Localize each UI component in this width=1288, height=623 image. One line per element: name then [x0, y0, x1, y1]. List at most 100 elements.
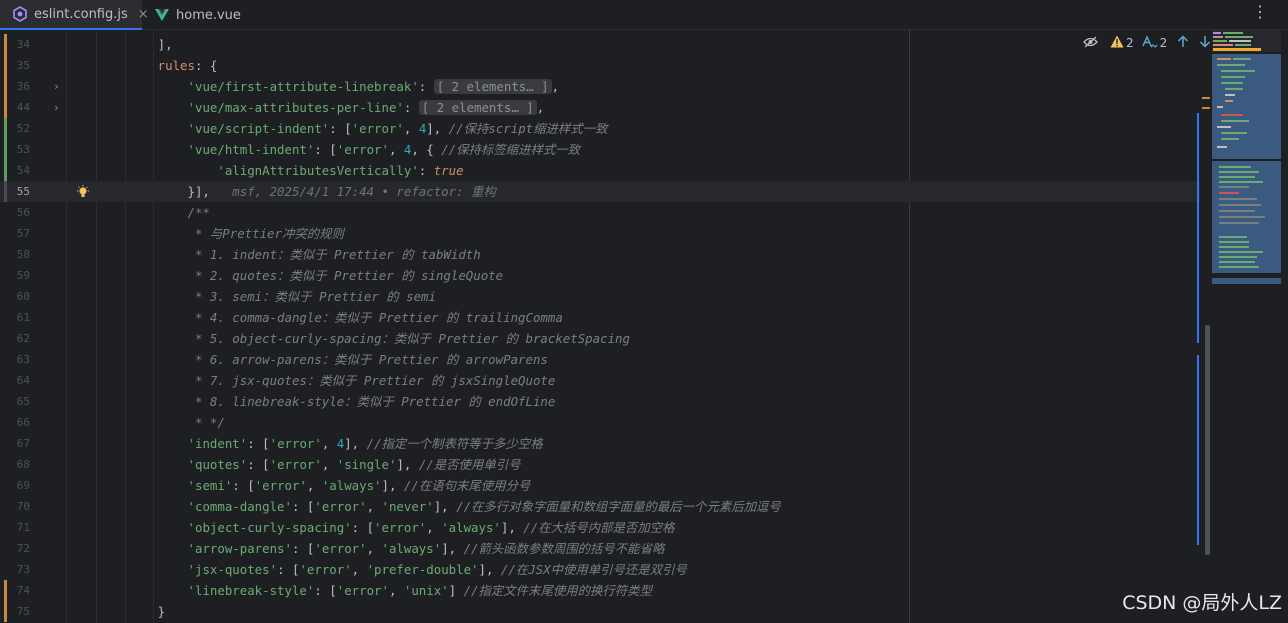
code-line[interactable]: 55 }], msf, 2025/4/1 17:44 • refactor: 重…	[0, 181, 1200, 202]
tab-eslint-config[interactable]: eslint.config.js ×	[0, 0, 149, 30]
code-content[interactable]: 'quotes': ['error', 'single'], //是否使用单引号	[98, 454, 521, 475]
hide-preview-icon[interactable]	[1083, 36, 1098, 51]
code-line[interactable]: 57 * 与Prettier冲突的规则	[0, 223, 1200, 244]
code-content[interactable]: }	[98, 601, 165, 622]
code-content[interactable]: * 与Prettier冲突的规则	[98, 223, 344, 244]
folded-region[interactable]: [ 2 elements… ]	[433, 79, 552, 94]
tab-home-vue[interactable]: home.vue	[142, 0, 262, 30]
code-line[interactable]: 53 'vue/html-indent': ['error', 4, { //保…	[0, 139, 1200, 160]
next-highlight-icon[interactable]	[1199, 35, 1211, 51]
string-token: 'vue/script-indent'	[187, 121, 330, 136]
code-line[interactable]: 75 }	[0, 601, 1200, 622]
code-line[interactable]: 74 'linebreak-style': ['error', 'unix'] …	[0, 580, 1200, 601]
more-tabs-menu-icon[interactable]: ⋮	[1252, 2, 1268, 21]
previous-highlight-icon[interactable]	[1177, 35, 1189, 51]
code-content[interactable]: 'alignAttributesVertically': true	[98, 160, 463, 181]
code-content[interactable]: 'linebreak-style': ['error', 'unix'] //指…	[98, 580, 652, 601]
code-text: : [	[291, 541, 315, 556]
code-line[interactable]: 54 'alignAttributesVertically': true	[0, 160, 1200, 181]
string-token: 'comma-dangle'	[187, 499, 292, 514]
lightbulb-icon[interactable]	[76, 184, 90, 198]
vcs-change-marker[interactable]	[4, 160, 7, 181]
code-line[interactable]: 60 * 3. semi：类似于 Prettier 的 semi	[0, 286, 1200, 307]
code-content[interactable]: }], msf, 2025/4/1 17:44 • refactor: 重构	[98, 181, 496, 202]
fold-chevron-icon[interactable]: ›	[53, 76, 60, 97]
code-line[interactable]: 69 'semi': ['error', 'always'], //在语句末尾使…	[0, 475, 1200, 496]
code-content[interactable]: * 1. indent：类似于 Prettier 的 tabWidth	[98, 244, 481, 265]
inspection-widget[interactable]: 2 2	[1083, 34, 1211, 52]
vcs-change-marker[interactable]	[4, 34, 7, 55]
code-line[interactable]: 59 * 2. quotes：类似于 Prettier 的 singleQuot…	[0, 265, 1200, 286]
code-content[interactable]: 'comma-dangle': ['error', 'never'], //在多…	[98, 496, 781, 517]
vcs-change-marker[interactable]	[4, 55, 7, 76]
code-content[interactable]: * 5. object-curly-spacing：类似于 Prettier 的…	[98, 328, 630, 349]
code-content[interactable]: 'indent': ['error', 4], //指定一个制表符等于多少空格	[98, 433, 543, 454]
code-line[interactable]: 34 ],	[0, 34, 1200, 55]
code-line[interactable]: 35 rules: {	[0, 55, 1200, 76]
code-content[interactable]: * 7. jsx-quotes：类似于 Prettier 的 jsxSingle…	[98, 370, 555, 391]
code-content[interactable]: 'vue/max-attributes-per-line': [ 2 eleme…	[98, 97, 544, 118]
code-content[interactable]: rules: {	[98, 55, 218, 76]
code-content[interactable]: * 4. comma-dangle：类似于 Prettier 的 trailin…	[98, 307, 563, 328]
code-line[interactable]: 71 'object-curly-spacing': ['error', 'al…	[0, 517, 1200, 538]
vcs-change-marker[interactable]	[4, 601, 7, 622]
code-text: : [	[314, 142, 337, 157]
code-content[interactable]: 'semi': ['error', 'always'], //在语句末尾使用分号	[98, 475, 531, 496]
vcs-change-marker[interactable]	[4, 181, 7, 202]
code-content[interactable]: 'arrow-parens': ['error', 'always'], //箭…	[98, 538, 665, 559]
line-number: 54	[16, 164, 30, 177]
code-content[interactable]: 'jsx-quotes': ['error', 'prefer-double']…	[98, 559, 687, 580]
typo-count: 2	[1159, 36, 1168, 50]
code-content[interactable]: 'object-curly-spacing': ['error', 'alway…	[98, 517, 675, 538]
fold-chevron-icon[interactable]: ›	[53, 97, 60, 118]
code-line[interactable]: 70 'comma-dangle': ['error', 'never'], /…	[0, 496, 1200, 517]
code-line[interactable]: 67 'indent': ['error', 4], //指定一个制表符等于多少…	[0, 433, 1200, 454]
comment-token: * 7. jsx-quotes：类似于 Prettier 的 jsxSingle…	[98, 373, 556, 388]
code-line[interactable]: 36 › 'vue/first-attribute-linebreak': [ 2…	[0, 76, 1200, 97]
vcs-change-marker[interactable]	[4, 76, 7, 97]
warning-icon[interactable]	[1110, 35, 1124, 51]
code-line[interactable]: 56 /**	[0, 202, 1200, 223]
code-editor[interactable]: 34 ], 35 rules: {36 › 'vue/first-attribute…	[0, 34, 1200, 622]
code-text: ],	[426, 121, 449, 136]
code-content[interactable]: ],	[98, 34, 173, 55]
comment-token: * 6. arrow-parens：类似于 Prettier 的 arrowPa…	[98, 352, 548, 367]
code-content[interactable]: 'vue/script-indent': ['error', 4], //保持s…	[98, 118, 608, 139]
code-content[interactable]: * 2. quotes：类似于 Prettier 的 singleQuote	[98, 265, 503, 286]
code-line[interactable]: 73 'jsx-quotes': ['error', 'prefer-doubl…	[0, 559, 1200, 580]
vcs-change-marker[interactable]	[4, 118, 7, 139]
code-content[interactable]: /**	[98, 202, 210, 223]
code-line[interactable]: 62 * 5. object-curly-spacing：类似于 Prettie…	[0, 328, 1200, 349]
vertical-scrollbar[interactable]	[1205, 325, 1210, 555]
vcs-change-marker[interactable]	[4, 97, 7, 118]
string-token: 'error'	[254, 478, 307, 493]
watermark: CSDN @局外人LZ	[1122, 592, 1282, 614]
vcs-change-marker[interactable]	[4, 139, 7, 160]
vue-file-icon	[154, 7, 170, 23]
code-content[interactable]: * 6. arrow-parens：类似于 Prettier 的 arrowPa…	[98, 349, 548, 370]
typo-icon[interactable]	[1142, 34, 1158, 52]
line-number: 44	[16, 101, 30, 114]
code-content[interactable]: 'vue/first-attribute-linebreak': [ 2 ele…	[98, 76, 559, 97]
code-line[interactable]: 61 * 4. comma-dangle：类似于 Prettier 的 trai…	[0, 307, 1200, 328]
code-content[interactable]: 'vue/html-indent': ['error', 4, { //保持标签…	[98, 139, 581, 160]
code-line[interactable]: 52 'vue/script-indent': ['error', 4], //…	[0, 118, 1200, 139]
minimap[interactable]	[1211, 30, 1281, 290]
code-text: ,	[306, 478, 322, 493]
code-content[interactable]: * */	[98, 412, 225, 433]
vcs-change-marker[interactable]	[4, 580, 7, 601]
code-line[interactable]: 68 'quotes': ['error', 'single'], //是否使用…	[0, 454, 1200, 475]
code-line[interactable]: 65 * 8. linebreak-style：类似于 Prettier 的 e…	[0, 391, 1200, 412]
code-text: :	[418, 79, 434, 94]
folded-region[interactable]: [ 2 elements… ]	[418, 100, 537, 115]
code-text: ,	[366, 499, 382, 514]
code-line[interactable]: 72 'arrow-parens': ['error', 'always'], …	[0, 538, 1200, 559]
code-content[interactable]: * 3. semi：类似于 Prettier 的 semi	[98, 286, 436, 307]
code-line[interactable]: 44 › 'vue/max-attributes-per-line': [ 2 e…	[0, 97, 1200, 118]
code-line[interactable]: 66 * */	[0, 412, 1200, 433]
code-line[interactable]: 58 * 1. indent：类似于 Prettier 的 tabWidth	[0, 244, 1200, 265]
code-line[interactable]: 64 * 7. jsx-quotes：类似于 Prettier 的 jsxSin…	[0, 370, 1200, 391]
code-line[interactable]: 63 * 6. arrow-parens：类似于 Prettier 的 arro…	[0, 349, 1200, 370]
code-content[interactable]: * 8. linebreak-style：类似于 Prettier 的 endO…	[98, 391, 555, 412]
